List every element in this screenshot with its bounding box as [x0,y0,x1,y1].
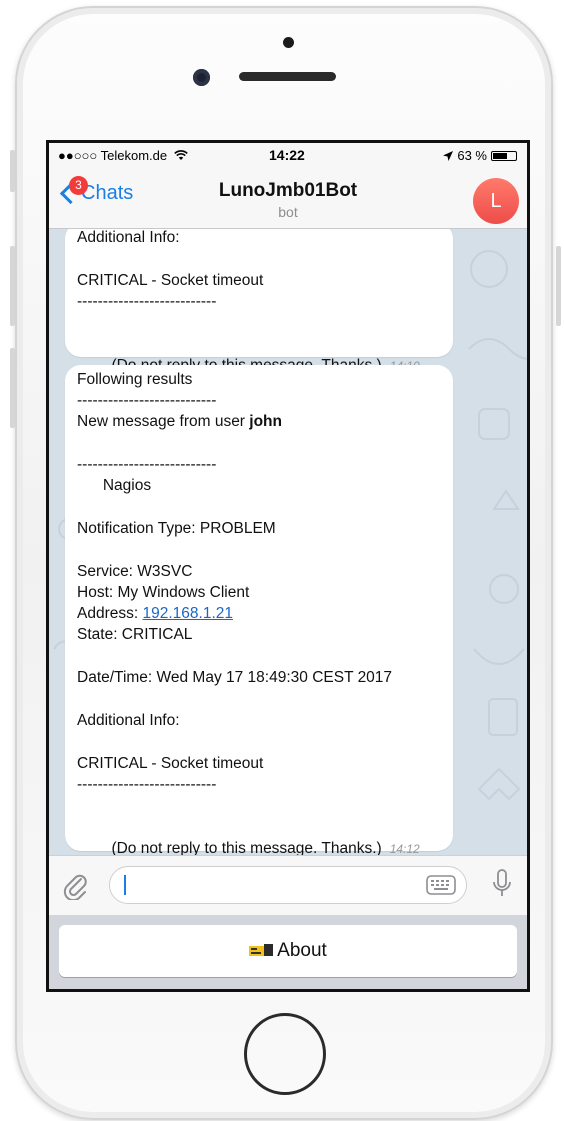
composer-bar [49,855,527,915]
message-timestamp: 14:12 [389,842,420,855]
chat-header: Chats 3 LunoJmb01Bot bot L [49,165,527,229]
message-line: CRITICAL - Socket timeout [77,272,264,289]
message-line: --------------------------- [77,456,217,473]
message-line: CRITICAL - Socket timeout [77,755,264,772]
battery-icon [491,150,517,161]
message-line-blank [77,645,441,667]
message-line-blank [77,496,441,518]
message-line: --------------------------- [77,392,217,409]
username: john [249,413,282,430]
front-camera [193,69,210,86]
battery-percent: 63 % [457,148,487,163]
screen: ●●○○○ Telekom.de 14:22 63 % Chats 3 Luno… [46,140,530,992]
message-line: State: CRITICAL [77,626,193,643]
avatar[interactable]: L [473,178,519,224]
message-list[interactable]: Additional Info: CRITICAL - Socket timeo… [49,229,527,855]
location-arrow-icon [443,150,454,161]
message-line: --------------------------- [77,293,217,310]
proximity-sensor [283,37,294,48]
microphone-icon[interactable] [493,869,511,899]
earpiece-speaker [239,72,336,81]
message-line-blank [77,312,441,334]
message-line: Date/Time: Wed May 17 18:49:30 CEST 2017 [77,669,393,686]
message-line-blank [77,539,441,561]
message-line: Additional Info: [77,712,180,729]
carrier-info: ●●○○○ Telekom.de [58,148,188,163]
message-text: Address: [77,605,143,622]
message-text: (Do not reply to this message. Thanks.) [111,840,382,855]
message-line: (Do not reply to this message. Thanks.) 1… [77,817,441,855]
message-text: New message from user [77,413,250,430]
about-button[interactable]: About [59,925,517,977]
chat-subtitle: bot [278,204,298,220]
status-bar: ●●○○○ Telekom.de 14:22 63 % [49,143,527,165]
message-line: Notification Type: PROBLEM [77,520,276,537]
about-button-label: About [277,940,327,961]
ip-address-link[interactable]: 192.168.1.21 [142,605,233,622]
volume-up-button [10,246,15,326]
home-button[interactable] [244,1013,326,1095]
message-line: Address: 192.168.1.21 [77,603,441,624]
text-caret [124,875,126,895]
chat-title[interactable]: LunoJmb01Bot [49,180,527,202]
message-line: (Do not reply to this message. Thanks.)1… [77,334,441,374]
message-input[interactable] [109,866,467,904]
message-line-blank [77,688,441,710]
wifi-icon [173,150,188,160]
message-line-blank [77,432,441,454]
about-emoji-icon [249,944,274,956]
bot-keyboard: About [49,915,527,989]
message-bubble-1[interactable]: Additional Info: CRITICAL - Socket timeo… [65,229,453,374]
message-line-blank [77,731,441,753]
keyboard-icon[interactable] [426,875,456,895]
mute-switch [10,150,15,192]
message-line: Following results [77,371,193,388]
status-right: 63 % [443,148,517,163]
power-button [556,246,561,326]
paperclip-icon[interactable] [63,872,89,900]
message-line: New message from user john [77,411,441,432]
message-line: --------------------------- [77,776,217,793]
message-line: Host: My Windows Client [77,584,250,601]
message-line: Nagios [77,477,152,494]
carrier-label: ●●○○○ Telekom.de [58,148,168,163]
message-line-blank [77,795,441,817]
message-line: Additional Info: [77,229,180,246]
volume-down-button [10,348,15,428]
message-bubble-2[interactable]: Following results ----------------------… [65,365,453,855]
message-line-blank [77,248,441,270]
message-line: Service: W3SVC [77,563,193,580]
clock: 14:22 [269,147,305,163]
